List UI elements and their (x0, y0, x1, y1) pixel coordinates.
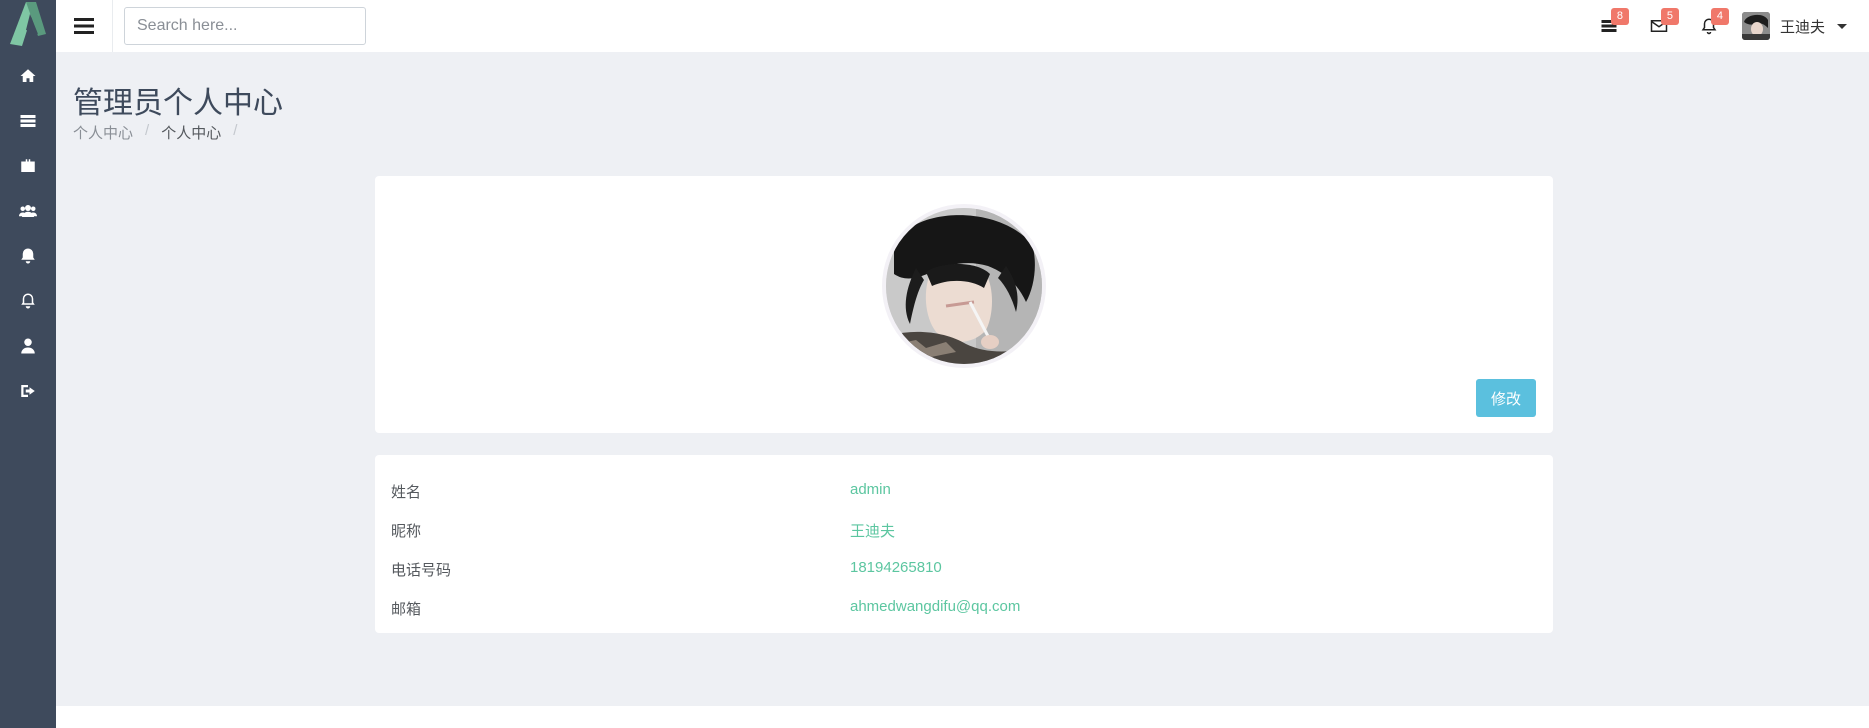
info-row-phone: 电话号码 18194265810 (375, 549, 1553, 588)
info-label: 姓名 (391, 484, 422, 501)
info-value: 王迪夫 (850, 523, 896, 540)
chevron-down-icon (1837, 23, 1847, 29)
footer (56, 706, 1869, 728)
info-value: 18194265810 (850, 559, 942, 576)
info-row-nickname: 昵称 王迪夫 (375, 510, 1553, 549)
server-icon (20, 114, 36, 127)
user-icon (21, 338, 35, 353)
breadcrumb-separator: / (145, 122, 150, 139)
alerts-notification[interactable]: 4 (1684, 0, 1734, 52)
user-menu[interactable]: 王迪夫 (1741, 12, 1847, 40)
info-row-name: 姓名 admin (375, 471, 1553, 510)
breadcrumb-item-root[interactable]: 个人中心 (73, 122, 133, 143)
info-row-email: 邮箱 ahmedwangdifu@qq.com (375, 588, 1553, 627)
page-title: 管理员个人中心 (73, 87, 283, 120)
header-actions: 8 5 4 王迪夫 (1584, 0, 1847, 52)
info-value: ahmedwangdifu@qq.com (850, 598, 1021, 615)
app-logo[interactable] (0, 0, 56, 52)
profile-info-card: 姓名 admin 昵称 王迪夫 电话号码 18194265810 邮箱 ahme… (375, 455, 1553, 633)
messages-notification[interactable]: 5 (1634, 0, 1684, 52)
tasks-badge: 8 (1610, 8, 1629, 25)
sign-out-icon (21, 384, 35, 397)
hamburger-icon (74, 18, 94, 34)
user-name: 王迪夫 (1779, 18, 1825, 36)
users-icon (19, 204, 37, 217)
info-label: 邮箱 (391, 601, 422, 618)
sidebar (0, 0, 56, 728)
profile-avatar (882, 204, 1046, 368)
info-value: admin (850, 481, 891, 498)
bell-outline-icon (21, 293, 35, 308)
top-bar: 8 5 4 王迪夫 (56, 0, 1869, 52)
avatar (1741, 12, 1770, 40)
sidebar-item-home[interactable] (0, 53, 56, 98)
briefcase-icon (21, 158, 35, 172)
avatar-card: 修改 (375, 176, 1553, 433)
breadcrumb-separator: / (233, 122, 238, 139)
menu-toggle-button[interactable] (56, 0, 113, 52)
messages-badge: 5 (1660, 8, 1679, 25)
tasks-notification[interactable]: 8 (1584, 0, 1634, 52)
edit-button[interactable]: 修改 (1476, 379, 1536, 417)
sidebar-item-briefcase[interactable] (0, 143, 56, 188)
sidebar-item-notice[interactable] (0, 233, 56, 278)
sidebar-item-alerts[interactable] (0, 278, 56, 323)
info-label: 昵称 (391, 523, 422, 540)
sidebar-item-server[interactable] (0, 98, 56, 143)
sidebar-item-profile[interactable] (0, 323, 56, 368)
bell-filled-icon (21, 248, 35, 263)
breadcrumb-item-current: 个人中心 (161, 125, 222, 142)
search-input[interactable] (124, 7, 366, 45)
home-icon (20, 68, 36, 82)
sidebar-item-logout[interactable] (0, 368, 56, 413)
breadcrumb: 个人中心 / 个人中心 / (73, 122, 249, 143)
info-label: 电话号码 (391, 562, 452, 579)
alerts-badge: 4 (1710, 8, 1729, 25)
sidebar-item-users[interactable] (0, 188, 56, 233)
